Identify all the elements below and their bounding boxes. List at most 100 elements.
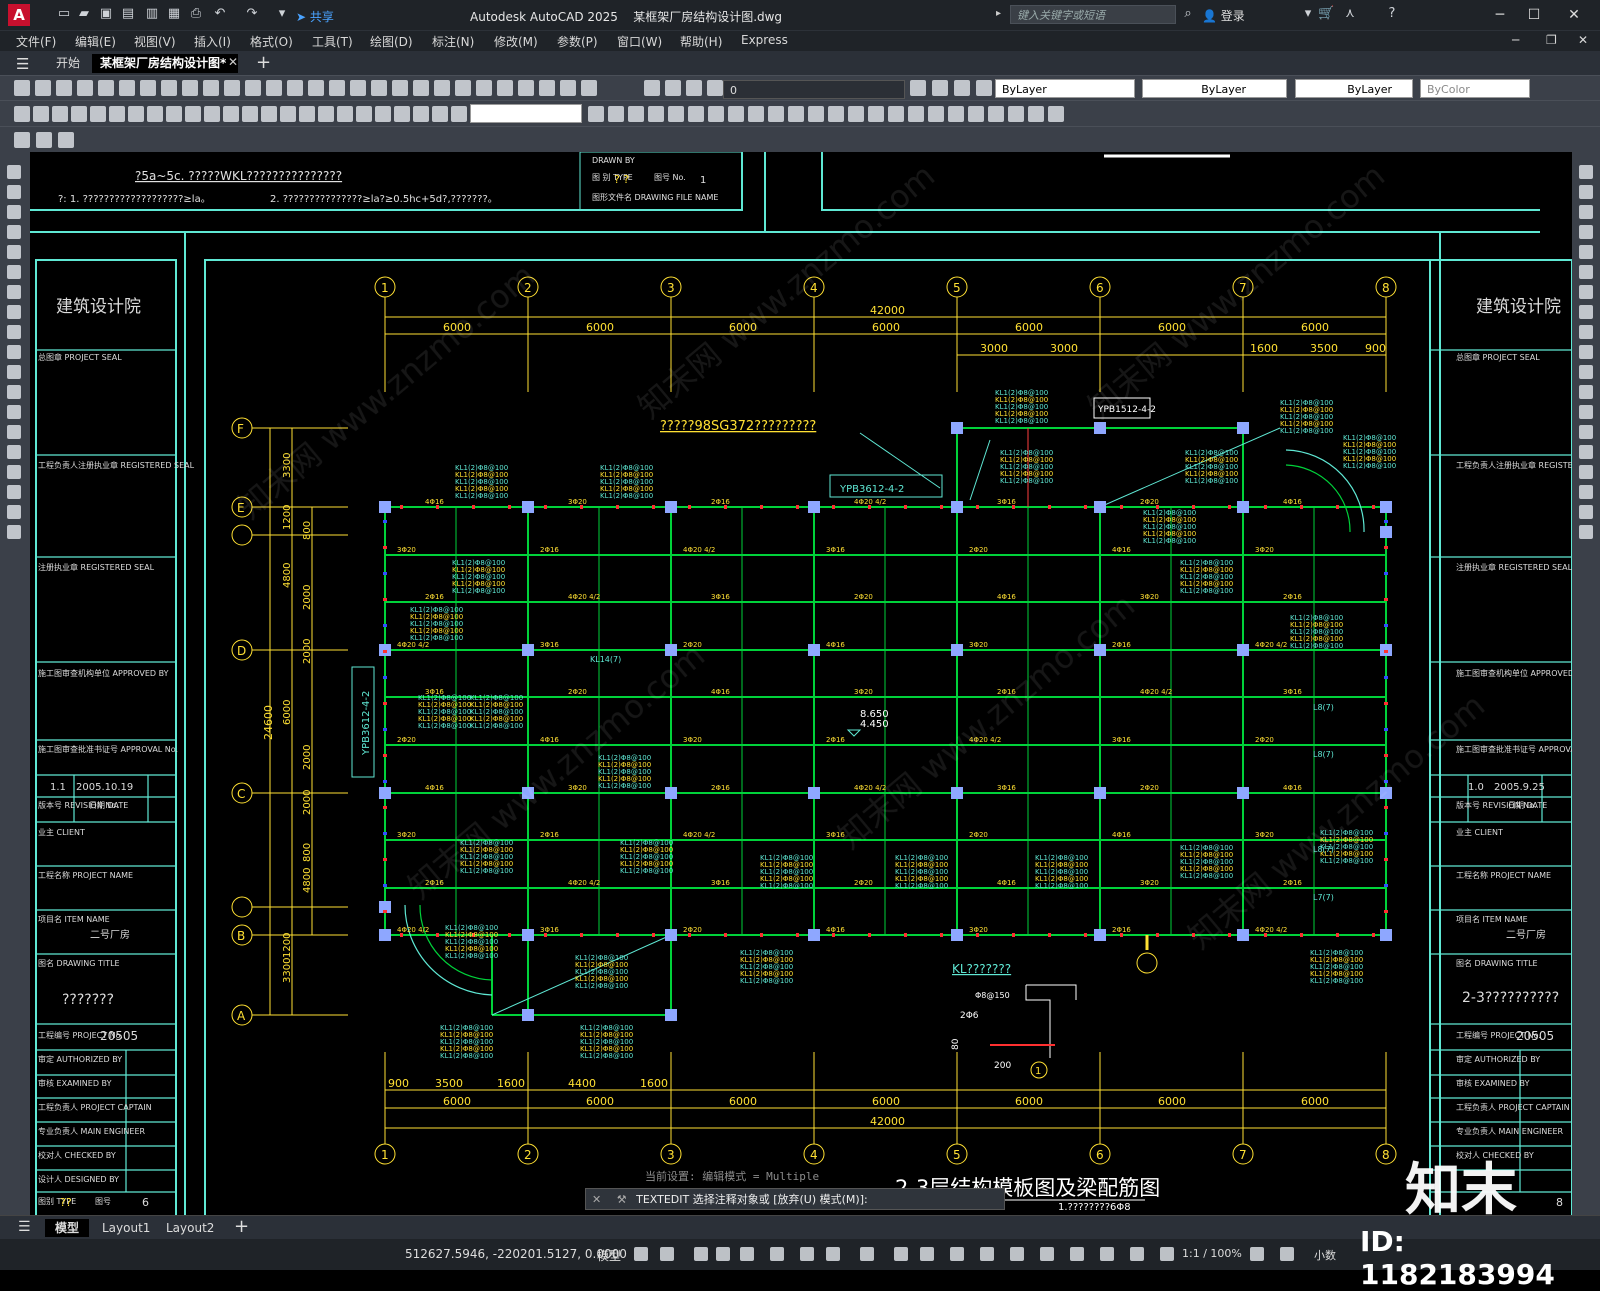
toolbar-icon[interactable] [1028,106,1044,122]
tab-layout1[interactable]: Layout1 [92,1219,160,1237]
status-toggle-icon[interactable] [860,1247,874,1261]
status-toggle-icon[interactable] [980,1247,994,1261]
undo-icon[interactable]: ↶ [212,6,228,22]
toolbar-icon[interactable] [451,106,467,122]
menu-dimension[interactable]: 标注(N) [432,33,474,50]
menu-insert[interactable]: 插入(I) [194,33,231,50]
modify-tool-icon[interactable] [1579,445,1593,459]
toolbar-icon[interactable] [109,106,125,122]
draw-tool-icon[interactable] [7,345,21,359]
toolbar-icon[interactable] [119,80,135,96]
menu-window[interactable]: 窗口(W) [617,33,662,50]
toolbar-icon[interactable] [90,106,106,122]
toolbar-icon[interactable] [748,106,764,122]
menu-express[interactable]: Express [741,33,788,47]
modify-tool-icon[interactable] [1579,185,1593,199]
status-toggle-icon[interactable] [1040,1247,1054,1261]
toolbar-icon[interactable] [476,80,492,96]
toolbar-icon[interactable] [518,80,534,96]
toolbar-icon[interactable] [768,106,784,122]
toolbar-icon[interactable] [261,106,277,122]
tab-layout2[interactable]: Layout2 [156,1219,224,1237]
toolbar-icon[interactable] [35,80,51,96]
modify-tool-icon[interactable] [1579,325,1593,339]
status-toggle-icon[interactable] [770,1247,784,1261]
toolbar-icon[interactable] [128,106,144,122]
modify-tool-icon[interactable] [1579,525,1593,539]
status-toggle-icon[interactable] [1070,1247,1084,1261]
draw-tool-icon[interactable] [7,425,21,439]
dropdown-icon[interactable]: ▾ [1300,6,1316,22]
search-arrow-icon[interactable]: ▸ [996,8,1001,19]
toolbar-icon[interactable] [665,80,681,96]
status-toggle-icon[interactable] [634,1247,648,1261]
status-toggle-icon[interactable] [1250,1247,1264,1261]
toolbar-icon[interactable] [242,106,258,122]
toolbar-icon[interactable] [371,80,387,96]
modify-tool-icon[interactable] [1579,225,1593,239]
search-input[interactable]: 键入关键字或短语 [1010,5,1176,24]
tab-model[interactable]: 模型 [45,1219,90,1237]
autocad-logo-icon[interactable]: A [8,4,30,26]
close-cmd-icon[interactable]: ✕ [586,1193,607,1206]
toolbar-icon[interactable] [299,106,315,122]
draw-tool-icon[interactable] [7,485,21,499]
draw-tool-icon[interactable] [7,225,21,239]
toolbar-icon[interactable] [147,106,163,122]
modify-tool-icon[interactable] [1579,385,1593,399]
modify-tool-icon[interactable] [1579,405,1593,419]
toolbar-icon[interactable] [98,80,114,96]
toolbar-icon[interactable] [928,106,944,122]
command-line[interactable]: ✕ ⚒ TEXTEDIT 选择注释对象或 [放弃(U) 模式(M)]: [585,1188,1005,1210]
toolbar-icon[interactable] [688,106,704,122]
cart-icon[interactable]: 🛒 [1318,6,1334,22]
status-toggle-icon[interactable] [1010,1247,1024,1261]
status-toggle-icon[interactable] [1130,1247,1144,1261]
toolbar-icon[interactable] [707,80,723,96]
status-toggle-icon[interactable] [660,1247,674,1261]
menu-parameter[interactable]: 参数(P) [557,33,598,50]
toolbar-icon[interactable] [308,80,324,96]
modify-tool-icon[interactable] [1579,465,1593,479]
close-button[interactable]: ✕ [1560,4,1588,26]
modify-tool-icon[interactable] [1579,345,1593,359]
maximize-button[interactable]: ☐ [1520,4,1548,26]
toolbar-icon[interactable] [223,106,239,122]
toolbar-icon[interactable] [356,106,372,122]
toolbar-icon[interactable] [628,106,644,122]
doc-minimize-icon[interactable]: ─ [1512,33,1519,47]
plotstyle-dropdown[interactable]: ByColor [1420,79,1530,98]
toolbar-icon[interactable] [203,80,219,96]
modify-tool-icon[interactable] [1579,245,1593,259]
modify-tool-icon[interactable] [1579,485,1593,499]
layer-dropdown[interactable]: 0 [723,80,905,99]
drawing-canvas[interactable]: ?5a~5c. ?????WKL??????????????? ?: 1. ??… [30,152,1572,1215]
search-icon[interactable]: ⌕ [1180,6,1196,22]
toolbar-icon[interactable] [497,80,513,96]
save-as-icon[interactable]: ▤ [120,6,136,22]
draw-tool-icon[interactable] [7,445,21,459]
menu-modify[interactable]: 修改(M) [494,33,538,50]
draw-tool-icon[interactable] [7,525,21,539]
annotation-scale[interactable]: 1:1 / 100% [1182,1247,1242,1260]
toolbar-icon[interactable] [828,106,844,122]
draw-tool-icon[interactable] [7,285,21,299]
tab-drawing[interactable]: 某框架厂房结构设计图* [92,54,238,73]
toolbar-icon[interactable] [708,106,724,122]
toolbar-icon[interactable] [280,106,296,122]
add-layout-icon[interactable]: + [234,1216,249,1237]
toolbar-icon[interactable] [77,80,93,96]
toolbar-icon[interactable] [161,80,177,96]
toolbar-icon[interactable] [888,106,904,122]
dimstyle-dropdown[interactable] [470,104,582,123]
toolbar-icon[interactable] [36,132,52,148]
open-file-icon[interactable]: ▰ [76,6,92,22]
draw-tool-icon[interactable] [7,185,21,199]
color-dropdown[interactable]: ByLayer [995,79,1135,98]
toolbar-icon[interactable] [954,80,970,96]
status-toggle-icon[interactable] [1100,1247,1114,1261]
toolbar-icon[interactable] [648,106,664,122]
menu-draw[interactable]: 绘图(D) [370,33,413,50]
toolbar-icon[interactable] [71,106,87,122]
toolbar-icon[interactable] [58,132,74,148]
